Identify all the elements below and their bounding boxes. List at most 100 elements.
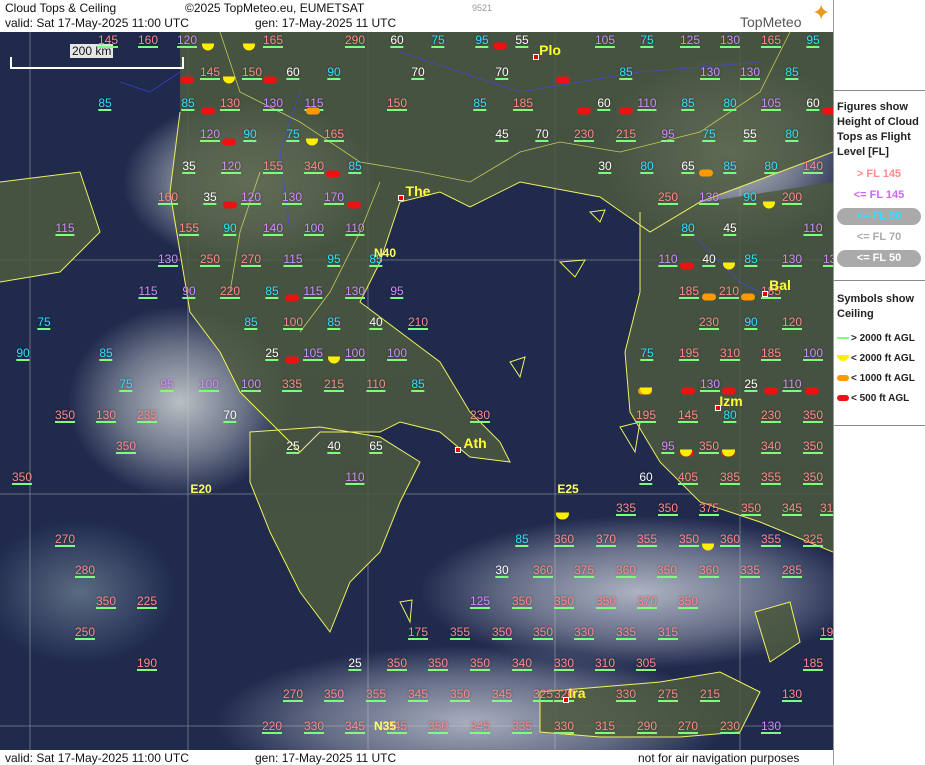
satellite-map[interactable]: 200 km 145 160 120 165 290 60 75 95 55 105 75 125 13… — [0, 32, 833, 750]
cloud-top-value: 350 — [11, 470, 33, 485]
cloud-top-value: 130 — [219, 96, 241, 111]
footer-valid-time: valid: Sat 17-May-2025 11:00 UTC — [5, 751, 189, 765]
cloud-top-value: 95 — [806, 33, 820, 48]
cloud-top-value: 100 — [386, 346, 408, 361]
cloud-top-value: 95 — [475, 33, 489, 48]
cloud-top-value: 185 — [760, 346, 782, 361]
cloud-top-value: 350 — [54, 408, 76, 423]
cloud-top-value: 350 — [656, 563, 678, 578]
cloud-top-value: 325 — [802, 532, 824, 547]
cloud-top-value: 345 — [491, 687, 513, 702]
legend-symbol-label: < 1000 ft AGL — [851, 373, 915, 384]
cloud-top-value: 350 — [449, 687, 471, 702]
cloud-top-value: 85 — [473, 96, 487, 111]
cloud-top-value: 85 — [515, 532, 529, 547]
cloud-top-value: 140 — [262, 221, 284, 236]
cloud-top-value: 375 — [573, 563, 595, 578]
image-number: 9521 — [472, 3, 493, 13]
ceiling-critical-symbol — [680, 262, 694, 270]
cloud-top-value: 60 — [597, 96, 611, 111]
cloud-top-value: 195 — [635, 408, 657, 423]
city-marker — [533, 54, 539, 60]
legend-symbol-item: > 2000 ft AGL — [837, 333, 915, 344]
cloud-top-value: 350 — [595, 594, 617, 609]
ceiling-critical-symbol — [222, 138, 236, 146]
cloud-top-value: 275 — [657, 687, 679, 702]
cloud-top-value: 80 — [785, 127, 799, 142]
cloud-top-value: 360 — [719, 532, 741, 547]
city-label: Ira — [568, 685, 586, 701]
cloud-top-value: 360 — [615, 563, 637, 578]
cloud-top-value: 350 — [491, 625, 513, 640]
cloud-top-value: 130 — [699, 377, 721, 392]
cloud-top-value: 85 — [785, 65, 799, 80]
cloud-top-value: 100 — [282, 315, 304, 330]
cloud-top-value: 120 — [176, 33, 198, 48]
cloud-top-value: 285 — [781, 563, 803, 578]
city-marker — [398, 195, 404, 201]
cloud-top-value: 130 — [698, 190, 720, 205]
cloud-top-value: 30 — [495, 563, 509, 578]
cloud-top-value: 215 — [615, 127, 637, 142]
cloud-top-value: 85 — [181, 96, 195, 111]
cloud-top-value: 35 — [182, 159, 196, 174]
cloud-top-value: 90 — [744, 315, 758, 330]
cloud-top-value: 100 — [198, 377, 220, 392]
cloud-top-value: 335 — [615, 501, 637, 516]
cloud-top-value: 350 — [802, 408, 824, 423]
cloud-top-value: 105 — [594, 33, 616, 48]
cloud-top-value: 85 — [244, 315, 258, 330]
city-label: Ath — [463, 435, 487, 451]
cloud-top-value: 290 — [344, 33, 366, 48]
ceiling-critical-symbol — [285, 356, 299, 364]
cloud-top-value: 85 — [327, 315, 341, 330]
cloud-top-value: 55 — [743, 127, 757, 142]
cloud-top-value: 280 — [74, 563, 96, 578]
legend-symbol-item: < 500 ft AGL — [837, 393, 909, 404]
ceiling-critical-symbol — [223, 201, 237, 209]
cloud-top-value: 370 — [595, 532, 617, 547]
cloud-top-value: 310 — [719, 346, 741, 361]
cloud-top-value: 75 — [640, 346, 654, 361]
cloud-top-value: 95 — [661, 439, 675, 454]
cloud-top-value: 160 — [137, 33, 159, 48]
cloud-top-value: 385 — [719, 470, 741, 485]
cloud-top-value: 140 — [802, 159, 824, 174]
cloud-top-value: 100 — [303, 221, 325, 236]
cloud-top-value: 375 — [698, 501, 720, 516]
cloud-top-value: 130 — [739, 65, 761, 80]
grid-label-e20: E20 — [190, 482, 212, 496]
cloud-top-value: 75 — [431, 33, 445, 48]
cloud-top-value: 75 — [286, 127, 300, 142]
cloud-top-value: 165 — [323, 127, 345, 142]
cloud-top-value: 105 — [302, 346, 324, 361]
cloud-top-value: 270 — [240, 252, 262, 267]
cloud-top-value: 95 — [327, 252, 341, 267]
cloud-top-value: 25 — [286, 439, 300, 454]
header-bar: Cloud Tops & Ceiling ©2025 TopMeteo.eu, … — [0, 0, 833, 32]
cloud-top-value: 250 — [657, 190, 679, 205]
cloud-top-value: 25 — [744, 377, 758, 392]
city-marker — [762, 291, 768, 297]
cloud-top-value: 175 — [407, 625, 429, 640]
cloud-top-value: 95 — [390, 284, 404, 299]
generated-time: gen: 17-May-2025 11 UTC — [255, 16, 397, 30]
cloud-top-value: 340 — [511, 656, 533, 671]
cloud-top-value: 330 — [553, 656, 575, 671]
chart-title: Cloud Tops & Ceiling — [5, 1, 117, 15]
cloud-top-value: 60 — [286, 65, 300, 80]
cloud-top-value: 220 — [261, 719, 283, 734]
cloud-top-value: 130 — [781, 687, 803, 702]
cloud-top-value: 115 — [55, 221, 75, 236]
cloud-top-value: 85 — [619, 65, 633, 80]
legend-fl-item: <= FL 145 — [837, 187, 921, 204]
cloud-top-value: 75 — [119, 377, 133, 392]
ceiling-critical-symbol — [822, 107, 833, 115]
ceiling-critical-symbol — [263, 76, 277, 84]
legend-fl-item: > FL 145 — [837, 166, 921, 183]
cloud-top-value: 250 — [74, 625, 96, 640]
city-label: Plo — [539, 42, 561, 58]
legend-fl-item: <= FL 90 — [837, 208, 921, 225]
cloud-top-value: 150 — [241, 65, 263, 80]
legend-symbol-swatch — [837, 375, 849, 382]
